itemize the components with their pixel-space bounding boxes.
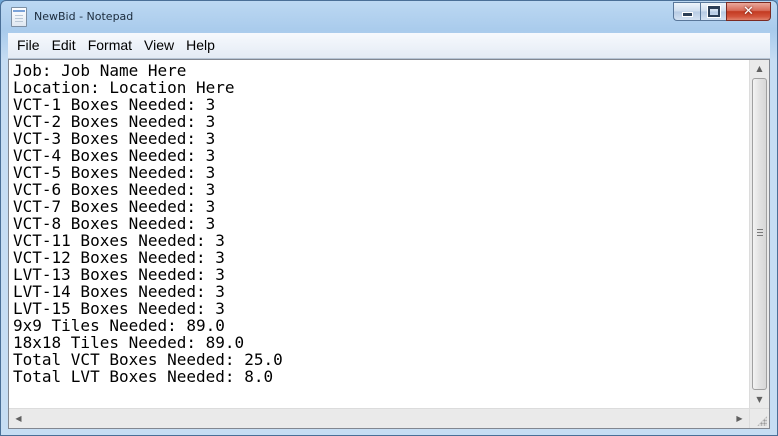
minimize-button[interactable] [673,2,700,21]
text-line: 18x18 Tiles Needed: 89.0 [13,333,245,352]
close-button[interactable]: ✕ [726,2,771,21]
vertical-scrollbar[interactable]: ▲ ▼ [749,60,769,408]
editor-client-area: Job: Job Name Here Location: Location He… [8,59,770,429]
scroll-down-arrow-icon[interactable]: ▼ [750,391,769,408]
text-line: Job: Job Name Here [13,61,187,80]
text-line: VCT-12 Boxes Needed: 3 [13,248,225,267]
horizontal-scrollbar[interactable]: ◀ ▶ [9,408,749,428]
notepad-icon[interactable] [11,7,27,27]
maximize-icon [707,6,720,17]
text-line: VCT-8 Boxes Needed: 3 [13,214,216,233]
text-line: VCT-2 Boxes Needed: 3 [13,112,216,131]
text-line: VCT-6 Boxes Needed: 3 [13,180,216,199]
close-icon: ✕ [743,4,754,19]
maximize-button[interactable] [700,2,726,21]
text-line: Total LVT Boxes Needed: 8.0 [13,367,274,386]
size-grip[interactable] [749,408,769,428]
text-line: LVT-14 Boxes Needed: 3 [13,282,225,301]
menu-bar: File Edit Format View Help [8,33,770,59]
menu-view[interactable]: View [138,33,180,58]
scroll-right-arrow-icon[interactable]: ▶ [730,410,749,427]
menu-file[interactable]: File [8,33,46,58]
text-line: 9x9 Tiles Needed: 89.0 [13,316,225,335]
notepad-window: NewBid - Notepad ✕ File Edit Format View… [0,0,778,436]
text-line: VCT-4 Boxes Needed: 3 [13,146,216,165]
title-bar[interactable]: NewBid - Notepad ✕ [1,1,777,33]
text-line: VCT-7 Boxes Needed: 3 [13,197,216,216]
resize-grip-icon [757,416,767,426]
window-title: NewBid - Notepad [34,10,134,23]
caption-buttons: ✕ [673,2,771,22]
scroll-left-arrow-icon[interactable]: ◀ [9,410,28,427]
grip-icon [757,229,763,236]
text-line: VCT-11 Boxes Needed: 3 [13,231,225,250]
scroll-up-arrow-icon[interactable]: ▲ [750,60,769,77]
text-line: VCT-1 Boxes Needed: 3 [13,95,216,114]
text-line: VCT-5 Boxes Needed: 3 [13,163,216,182]
vertical-scroll-thumb[interactable] [752,78,767,390]
menu-edit[interactable]: Edit [46,33,82,58]
text-line: Total VCT Boxes Needed: 25.0 [13,350,283,369]
minimize-icon [681,12,693,17]
text-line: LVT-13 Boxes Needed: 3 [13,265,225,284]
text-editor[interactable]: Job: Job Name Here Location: Location He… [9,60,749,408]
menu-help[interactable]: Help [180,33,221,58]
text-line: Location: Location Here [13,78,235,97]
text-line: LVT-15 Boxes Needed: 3 [13,299,225,318]
text-line: VCT-3 Boxes Needed: 3 [13,129,216,148]
menu-format[interactable]: Format [82,33,138,58]
